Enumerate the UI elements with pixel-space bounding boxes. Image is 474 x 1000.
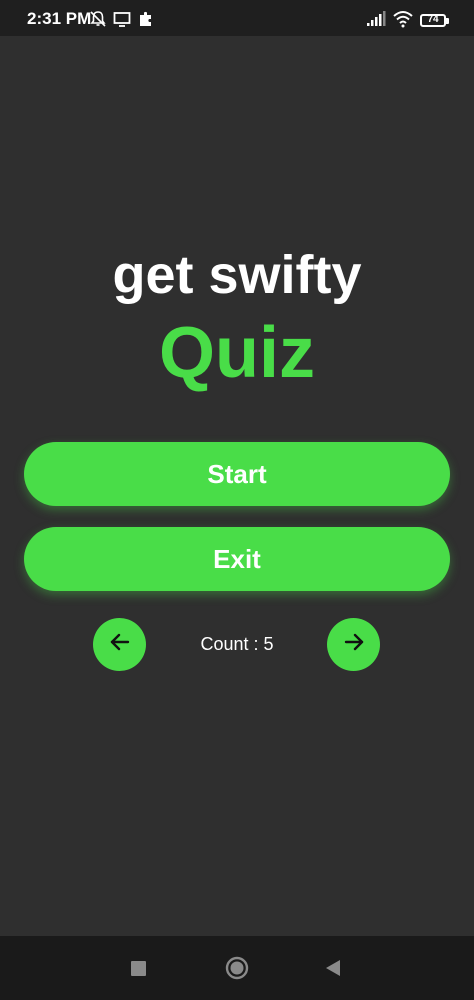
- wifi-icon: [393, 10, 413, 28]
- app-title: get swifty: [112, 245, 362, 305]
- recents-square-icon[interactable]: [131, 961, 146, 976]
- count-label: Count : 5: [200, 634, 274, 654]
- app-screen: 2:31 PM 74 get swifty Quiz Start Exit Co…: [0, 0, 474, 1000]
- exit-button[interactable]: Exit: [24, 527, 450, 591]
- start-button[interactable]: Start: [24, 442, 450, 506]
- previous-button[interactable]: [93, 618, 146, 671]
- battery-icon: 74: [420, 14, 449, 27]
- back-triangle-icon[interactable]: [325, 959, 341, 977]
- signal-icon: [366, 10, 386, 28]
- system-nav-bar: [0, 936, 474, 1000]
- quiz-heading: Quiz: [159, 313, 315, 393]
- battery-tip: [446, 18, 449, 24]
- battery-level: 74: [427, 14, 439, 25]
- notifications-off-icon: [89, 10, 107, 28]
- extension-icon: [137, 10, 155, 28]
- cast-screen-icon: [113, 10, 131, 28]
- home-circle-icon[interactable]: [225, 956, 249, 980]
- arrow-left-icon: [107, 629, 133, 660]
- status-bar: 2:31 PM 74: [0, 0, 474, 36]
- arrow-right-icon: [341, 629, 367, 660]
- status-time: 2:31 PM: [27, 9, 92, 28]
- next-button[interactable]: [327, 618, 380, 671]
